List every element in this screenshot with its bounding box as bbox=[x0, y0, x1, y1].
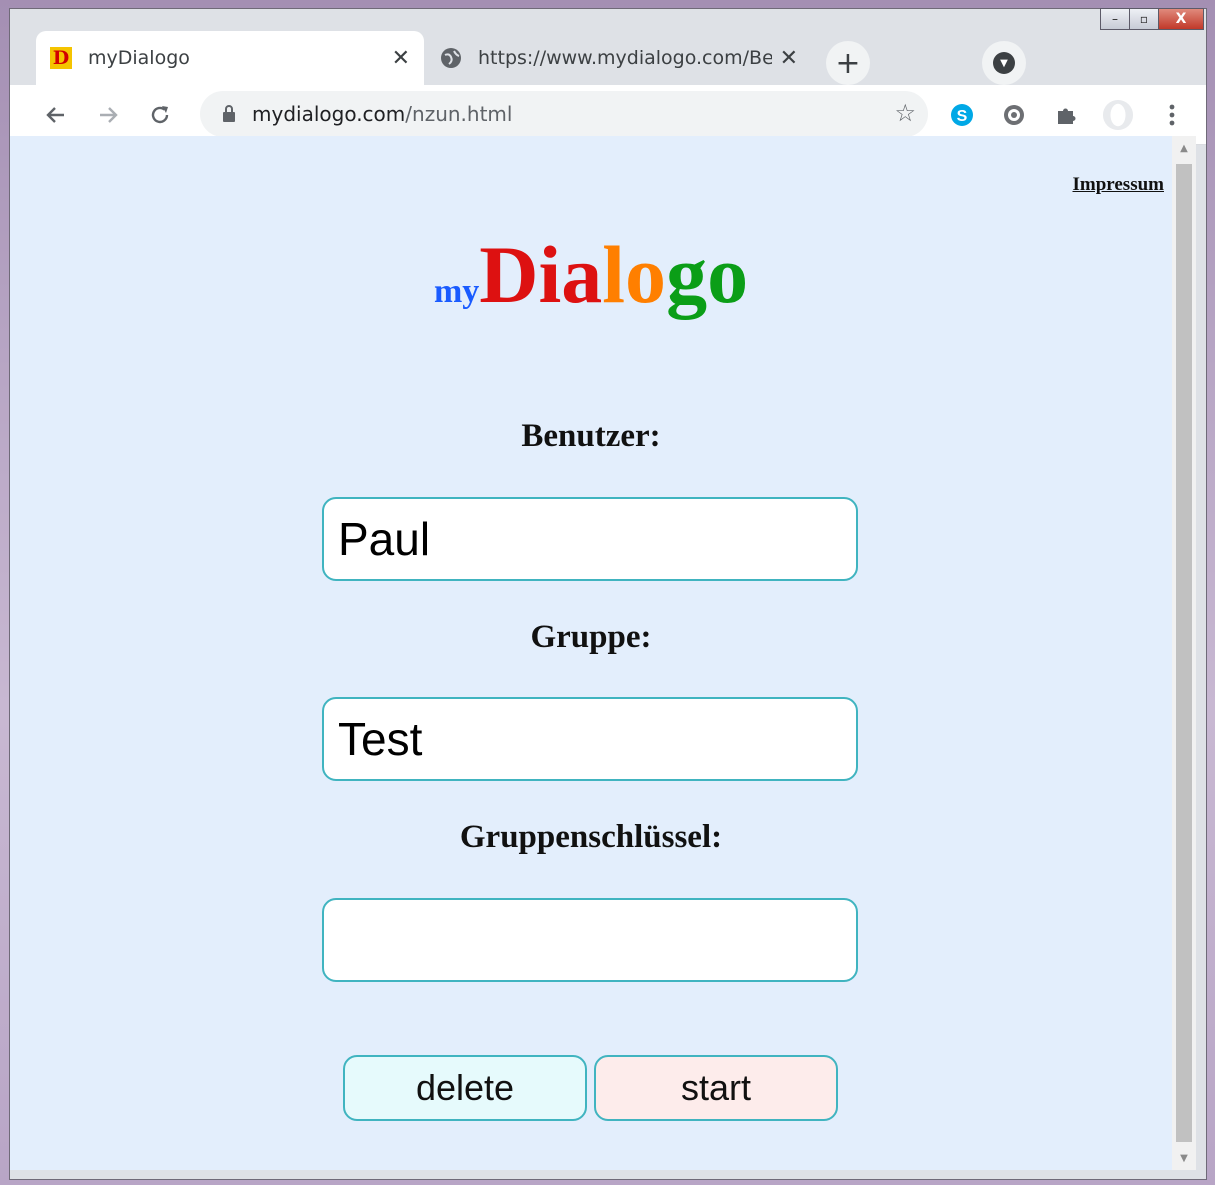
logo-dia: Dia bbox=[479, 229, 603, 320]
tab-title: https://www.mydialogo.com/Beschreibung bbox=[478, 47, 772, 69]
user-label: Benutzer: bbox=[521, 418, 661, 454]
logo-go: go bbox=[666, 229, 749, 320]
group-input[interactable] bbox=[322, 697, 858, 781]
page-content: Impressum myDialogo Benutzer: Gruppe: Gr… bbox=[10, 136, 1172, 1170]
impressum-link[interactable]: Impressum bbox=[1073, 174, 1165, 196]
tab-close-icon[interactable]: ✕ bbox=[392, 46, 410, 71]
arrow-right-icon[interactable] bbox=[92, 99, 124, 131]
delete-button[interactable]: delete bbox=[343, 1055, 587, 1121]
kebab-menu-icon[interactable] bbox=[1156, 99, 1188, 131]
user-input[interactable] bbox=[322, 497, 858, 581]
profile-icon[interactable] bbox=[1102, 99, 1134, 131]
group-key-input[interactable] bbox=[322, 898, 858, 982]
group-label: Gruppe: bbox=[530, 619, 652, 655]
puzzle-icon[interactable] bbox=[1050, 99, 1082, 131]
reload-icon[interactable] bbox=[144, 99, 176, 131]
tab-title: myDialogo bbox=[88, 47, 190, 69]
skype-icon[interactable]: S bbox=[946, 99, 978, 131]
lock-icon bbox=[218, 105, 240, 123]
address-bar[interactable]: mydialogo.com/nzun.html ☆ bbox=[200, 91, 928, 137]
star-icon[interactable]: ☆ bbox=[894, 99, 916, 127]
url-host: mydialogo.com bbox=[252, 102, 406, 126]
extension-circle-icon[interactable] bbox=[998, 99, 1030, 131]
scroll-up-arrow-icon[interactable]: ▲ bbox=[1172, 136, 1196, 160]
logo-my: my bbox=[433, 273, 480, 310]
globe-icon bbox=[440, 47, 462, 69]
tab-search-icon[interactable]: ▼ bbox=[982, 41, 1026, 85]
start-button[interactable]: start bbox=[594, 1055, 838, 1121]
group-key-label: Gruppenschlüssel: bbox=[459, 819, 723, 855]
new-tab-plus-icon[interactable]: + bbox=[826, 41, 870, 85]
mydialogo-favicon-icon: D bbox=[50, 47, 72, 69]
vertical-scrollbar[interactable]: ▲ ▼ bbox=[1172, 136, 1196, 1170]
mydialogo-logo: myDialogo bbox=[10, 228, 1172, 322]
scroll-down-arrow-icon[interactable]: ▼ bbox=[1172, 1146, 1196, 1170]
tab-mydialogo[interactable]: D myDialogo ✕ bbox=[36, 31, 424, 85]
tab-beschreibung[interactable]: https://www.mydialogo.com/Beschreibung ✕ bbox=[426, 31, 812, 85]
logo-lo: lo bbox=[602, 229, 667, 320]
url-path: /nzun.html bbox=[405, 102, 513, 126]
tab-strip: D myDialogo ✕ https://www.mydialogo.com/… bbox=[10, 9, 1206, 85]
scrollbar-thumb[interactable] bbox=[1176, 164, 1192, 1142]
svg-text:S: S bbox=[957, 108, 968, 125]
arrow-left-icon[interactable] bbox=[40, 99, 72, 131]
tab-close-icon[interactable]: ✕ bbox=[780, 46, 798, 71]
